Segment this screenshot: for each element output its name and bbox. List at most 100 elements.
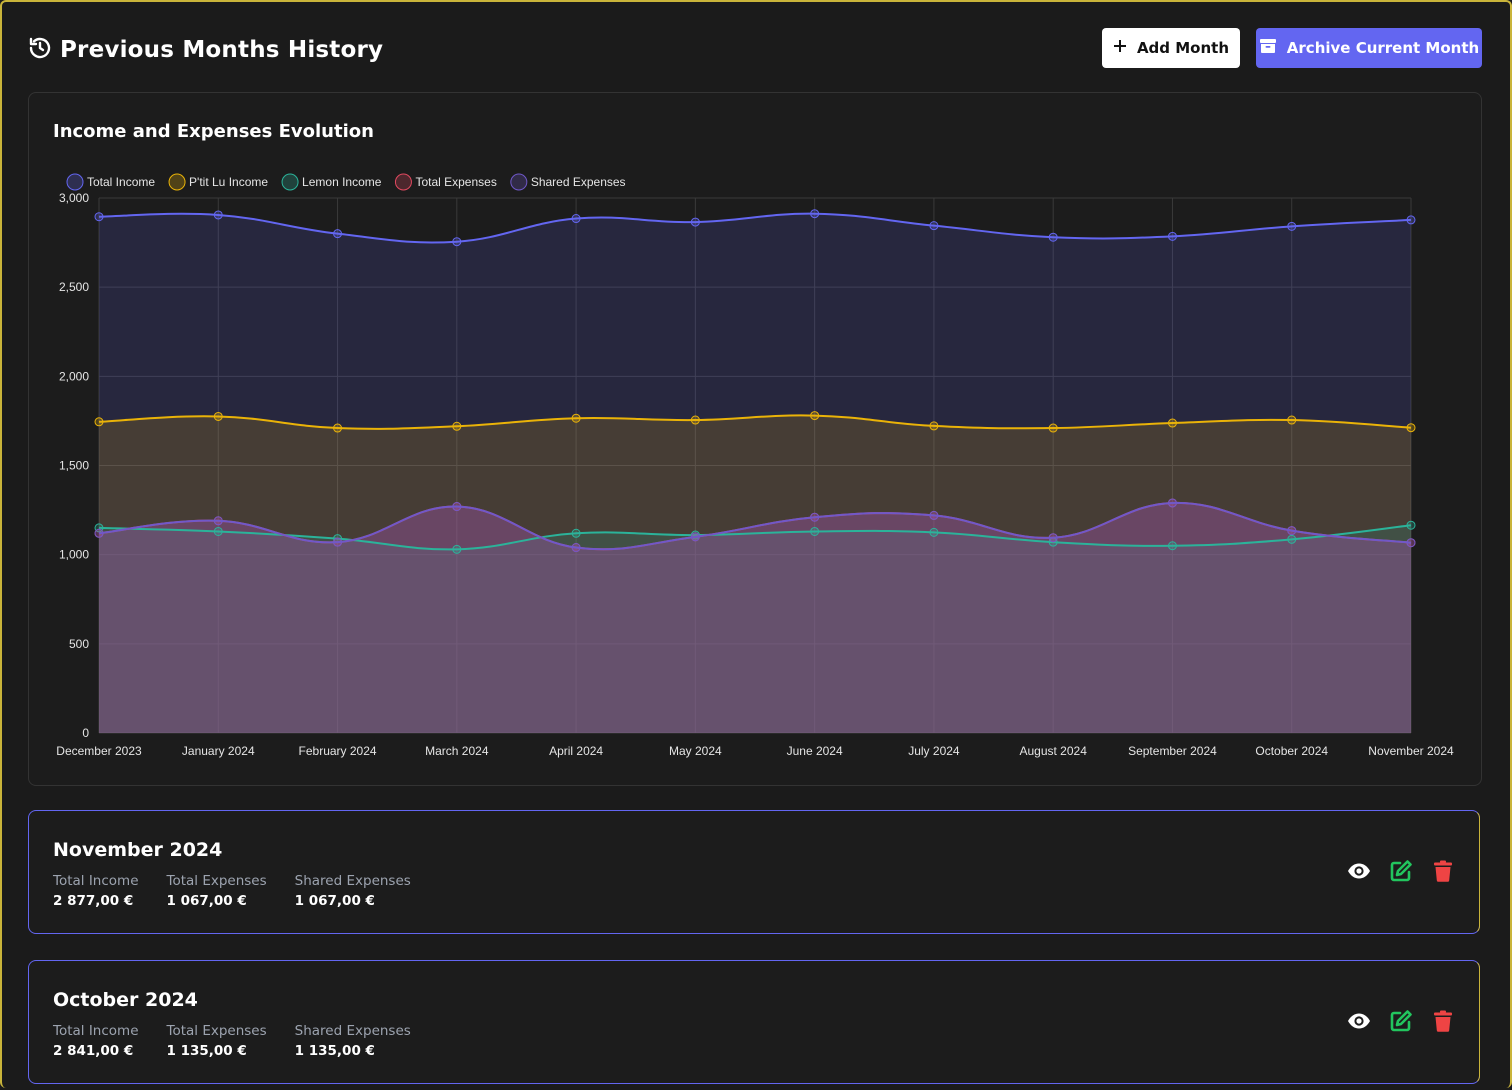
data-point	[94, 417, 104, 427]
data-point	[810, 512, 820, 522]
line-chart: 0 500 1,000 1,500 2,000 2,500 3,000 December 20…	[56, 173, 1454, 758]
legend-swatch	[168, 173, 186, 191]
data-point	[333, 229, 343, 239]
month-stats: Total Income 2 877,00 € Total Expenses 1…	[53, 873, 439, 909]
trash-icon	[1434, 860, 1452, 882]
data-point	[1406, 423, 1416, 433]
data-point	[1287, 526, 1297, 536]
y-tick-label: 2,000	[59, 369, 89, 383]
x-tick-label: May 2024	[669, 744, 722, 758]
legend-swatch	[394, 173, 412, 191]
stat-label: Total Expenses	[166, 1023, 267, 1039]
stat-value: 1 067,00 €	[166, 893, 247, 909]
eye-icon	[1348, 1013, 1370, 1029]
data-point	[810, 209, 820, 219]
legend-label: Total Expenses	[415, 175, 496, 189]
x-tick-label: June 2024	[787, 744, 843, 758]
x-tick-label: January 2024	[182, 744, 255, 758]
data-point	[690, 217, 700, 227]
x-tick-label: March 2024	[425, 744, 489, 758]
y-tick-label: 1,500	[59, 459, 89, 473]
eye-icon	[1348, 863, 1370, 879]
add-month-button[interactable]: Add Month	[1102, 28, 1240, 68]
stat-item: Shared Expenses 1 135,00 €	[295, 1023, 411, 1059]
data-point	[333, 537, 343, 547]
data-point	[1287, 221, 1297, 231]
data-point	[333, 423, 343, 433]
stat-label: Total Expenses	[166, 873, 267, 889]
y-tick-label: 0	[82, 726, 89, 740]
y-tick-label: 2,500	[59, 280, 89, 294]
month-card: October 2024 Total Income 2 841,00 € Tot…	[28, 960, 1480, 1084]
data-point	[1406, 520, 1416, 530]
data-point	[1048, 232, 1058, 242]
stat-item: Total Income 2 877,00 €	[53, 873, 139, 909]
delete-button[interactable]	[1431, 1009, 1455, 1033]
stat-item: Total Expenses 1 067,00 €	[167, 873, 267, 909]
month-actions	[1347, 1009, 1455, 1033]
data-point	[452, 421, 462, 431]
x-tick-label: November 2024	[1368, 744, 1454, 758]
stat-label: Total Income	[53, 1023, 139, 1039]
add-month-label: Add Month	[1136, 39, 1230, 57]
data-point	[929, 421, 939, 431]
data-point	[213, 526, 223, 536]
data-point	[1048, 423, 1058, 433]
stat-item: Total Income 2 841,00 €	[53, 1023, 139, 1059]
data-point	[94, 212, 104, 222]
data-point	[929, 527, 939, 537]
edit-icon	[1390, 860, 1412, 882]
delete-button[interactable]	[1431, 859, 1455, 883]
data-point	[1406, 215, 1416, 225]
data-point	[1287, 415, 1297, 425]
legend-swatch	[510, 173, 528, 191]
data-point	[452, 544, 462, 554]
page-header: Previous Months History Add Month Archiv…	[28, 28, 1482, 68]
data-point	[929, 221, 939, 231]
data-point	[213, 516, 223, 526]
stat-label: Total Income	[53, 873, 139, 889]
stat-label: Shared Expenses	[294, 873, 411, 889]
data-point	[571, 543, 581, 553]
data-point	[1048, 533, 1058, 543]
edit-button[interactable]	[1389, 859, 1413, 883]
stat-item: Shared Expenses 1 067,00 €	[295, 873, 411, 909]
x-tick-label: July 2024	[908, 744, 960, 758]
month-stats: Total Income 2 841,00 € Total Expenses 1…	[53, 1023, 439, 1059]
data-point	[1167, 498, 1177, 508]
month-card: November 2024 Total Income 2 877,00 € To…	[28, 810, 1480, 934]
archive-month-button[interactable]: Archive Current Month	[1256, 28, 1482, 68]
stat-value: 1 135,00 €	[294, 1043, 375, 1059]
legend-label: P'tit Lu Income	[189, 175, 268, 189]
data-point	[690, 415, 700, 425]
legend-swatch	[66, 173, 84, 191]
month-actions	[1347, 859, 1455, 883]
plus-icon	[1113, 39, 1127, 57]
edit-button[interactable]	[1389, 1009, 1413, 1033]
history-icon	[28, 36, 52, 64]
y-tick-label: 500	[69, 637, 89, 651]
legend-label: Total Income	[87, 175, 155, 189]
data-point	[94, 528, 104, 538]
legend-swatch	[281, 173, 299, 191]
stat-value: 1 067,00 €	[294, 893, 375, 909]
data-point	[213, 411, 223, 421]
archive-month-label: Archive Current Month	[1286, 39, 1480, 57]
title-group: Previous Months History	[28, 36, 383, 64]
data-point	[1167, 541, 1177, 551]
view-button[interactable]	[1347, 1009, 1371, 1033]
data-point	[929, 510, 939, 520]
data-point	[213, 210, 223, 220]
x-tick-label: September 2024	[1128, 744, 1217, 758]
page-title: Previous Months History	[60, 37, 384, 63]
month-name: November 2024	[53, 839, 223, 861]
data-point	[690, 532, 700, 542]
stat-value: 2 841,00 €	[53, 1043, 134, 1059]
stat-value: 1 135,00 €	[166, 1043, 247, 1059]
view-button[interactable]	[1347, 859, 1371, 883]
stat-value: 2 877,00 €	[53, 893, 134, 909]
month-name: October 2024	[53, 989, 198, 1011]
data-point	[810, 526, 820, 536]
edit-icon	[1390, 1010, 1412, 1032]
data-point	[810, 411, 820, 421]
